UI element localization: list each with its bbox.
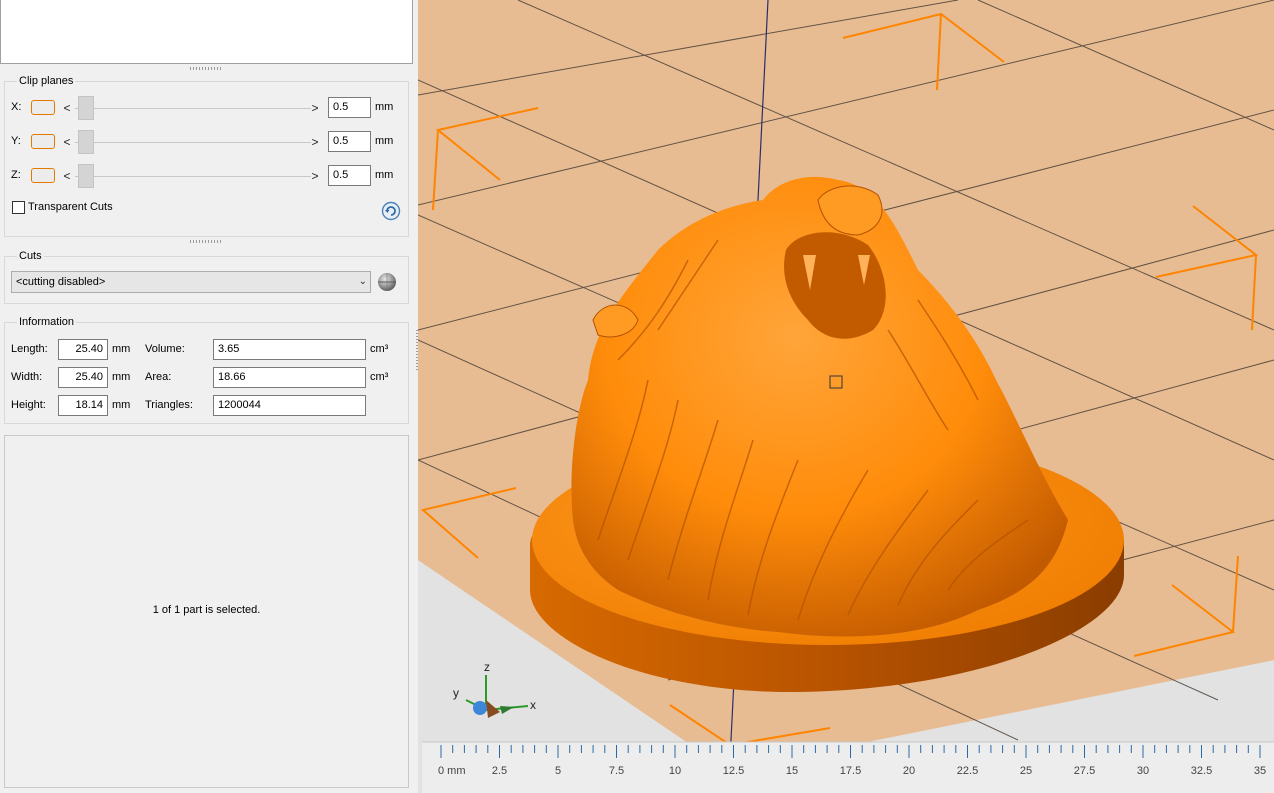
axis-y-label: y [453,686,459,700]
axis-x-label: x [530,698,536,712]
clip-z-slider-thumb[interactable] [78,164,94,188]
clip-x-slider-track[interactable] [75,108,311,109]
clip-z-increase-button[interactable]: > [310,169,320,183]
clip-y-color-button[interactable] [31,134,55,149]
axis-y-cone [473,701,487,715]
clip-y-value-input[interactable]: 0.5 [328,131,371,152]
clip-z-value-input[interactable]: 0.5 [328,165,371,186]
clip-x-color-button[interactable] [31,100,55,115]
clip-y-slider-thumb[interactable] [78,130,94,154]
clip-planes-group: Clip planes X: < > 0.5 mm Y: < > 0.5 mm … [4,75,409,237]
cuts-select[interactable]: <cutting disabled> ⌄ [11,271,371,293]
ruler-label: 15 [786,765,798,777]
clip-x-decrease-button[interactable]: < [62,101,72,115]
ruler-label: 22.5 [957,765,978,777]
information-title: Information [17,316,77,328]
ruler-label: 10 [669,765,681,777]
transparent-cuts-label: Transparent Cuts [28,201,113,213]
width-label: Width: [11,371,43,383]
selection-status-text: 1 of 1 part is selected. [152,604,261,616]
ruler-label: 20 [903,765,915,777]
area-value: 18.66 [213,367,366,388]
clip-x-value-input[interactable]: 0.5 [328,97,371,118]
ruler-label: 27.5 [1074,765,1095,777]
height-label: Height: [11,399,46,411]
volume-unit: cm³ [370,343,389,355]
reset-clip-planes-icon[interactable] [381,201,401,221]
ruler-label: 30 [1137,765,1149,777]
volume-label: Volume: [145,343,185,355]
preview-area [0,0,413,64]
cut-tool-icon[interactable] [375,270,399,294]
ruler-label: 32.5 [1191,765,1212,777]
clip-y-label: Y: [11,135,21,147]
length-value: 25.40 [58,339,108,360]
clip-y-decrease-button[interactable]: < [62,135,72,149]
panel-resize-grip[interactable] [190,67,222,70]
clip-x-slider-thumb[interactable] [78,96,94,120]
ruler-label: 2.5 [492,765,507,777]
height-value: 18.14 [58,395,108,416]
width-value: 25.40 [58,367,108,388]
clip-y-increase-button[interactable]: > [310,135,320,149]
volume-value: 3.65 [213,339,366,360]
clip-z-unit: mm [375,169,394,181]
ruler-label: 0 mm [438,765,466,777]
ruler-label: 12.5 [723,765,744,777]
clip-y-slider-track[interactable] [75,142,311,143]
selection-panel: 1 of 1 part is selected. [4,435,409,788]
cuts-select-value: <cutting disabled> [16,276,106,288]
information-group: Information Length: 25.40 mm Volume: 3.6… [4,316,409,424]
ruler-label: 35 [1254,765,1266,777]
triangles-value: 1200044 [213,395,366,416]
chevron-down-icon: ⌄ [358,276,367,287]
clip-z-label: Z: [11,169,21,181]
width-unit: mm [112,371,131,383]
clip-x-unit: mm [375,101,394,113]
clip-x-increase-button[interactable]: > [310,101,320,115]
length-label: Length: [11,343,48,355]
ruler-label: 17.5 [840,765,861,777]
clip-y-unit: mm [375,135,394,147]
scene-canvas: 0 mm 2.5 5 7.5 10 12.5 15 17.5 20 22.5 25 27.5 30 32.… [418,0,1274,793]
transparent-cuts-checkbox[interactable] [12,201,25,214]
triangles-label: Triangles: [145,399,193,411]
height-unit: mm [112,399,131,411]
length-unit: mm [112,343,131,355]
ruler-label: 5 [555,765,561,777]
clip-z-slider-track[interactable] [75,176,311,177]
3d-viewport[interactable]: 0 mm 2.5 5 7.5 10 12.5 15 17.5 20 22.5 25 27.5 30 32.… [418,0,1274,793]
clip-planes-title: Clip planes [17,75,76,87]
panel-resize-grip-2[interactable] [190,240,222,243]
cuts-title: Cuts [17,250,44,262]
ruler-label: 7.5 [609,765,624,777]
area-unit: cm³ [370,371,389,383]
measurement-ruler: 0 mm 2.5 5 7.5 10 12.5 15 17.5 20 22.5 25 27.5 30 32.… [422,741,1274,793]
left-panel: Clip planes X: < > 0.5 mm Y: < > 0.5 mm … [0,0,418,793]
axis-z-label: z [484,660,490,674]
ruler-label: 25 [1020,765,1032,777]
clip-z-color-button[interactable] [31,168,55,183]
area-label: Area: [145,371,172,383]
clip-z-decrease-button[interactable]: < [62,169,72,183]
clip-x-label: X: [11,101,22,113]
cuts-group: Cuts <cutting disabled> ⌄ [4,250,409,304]
